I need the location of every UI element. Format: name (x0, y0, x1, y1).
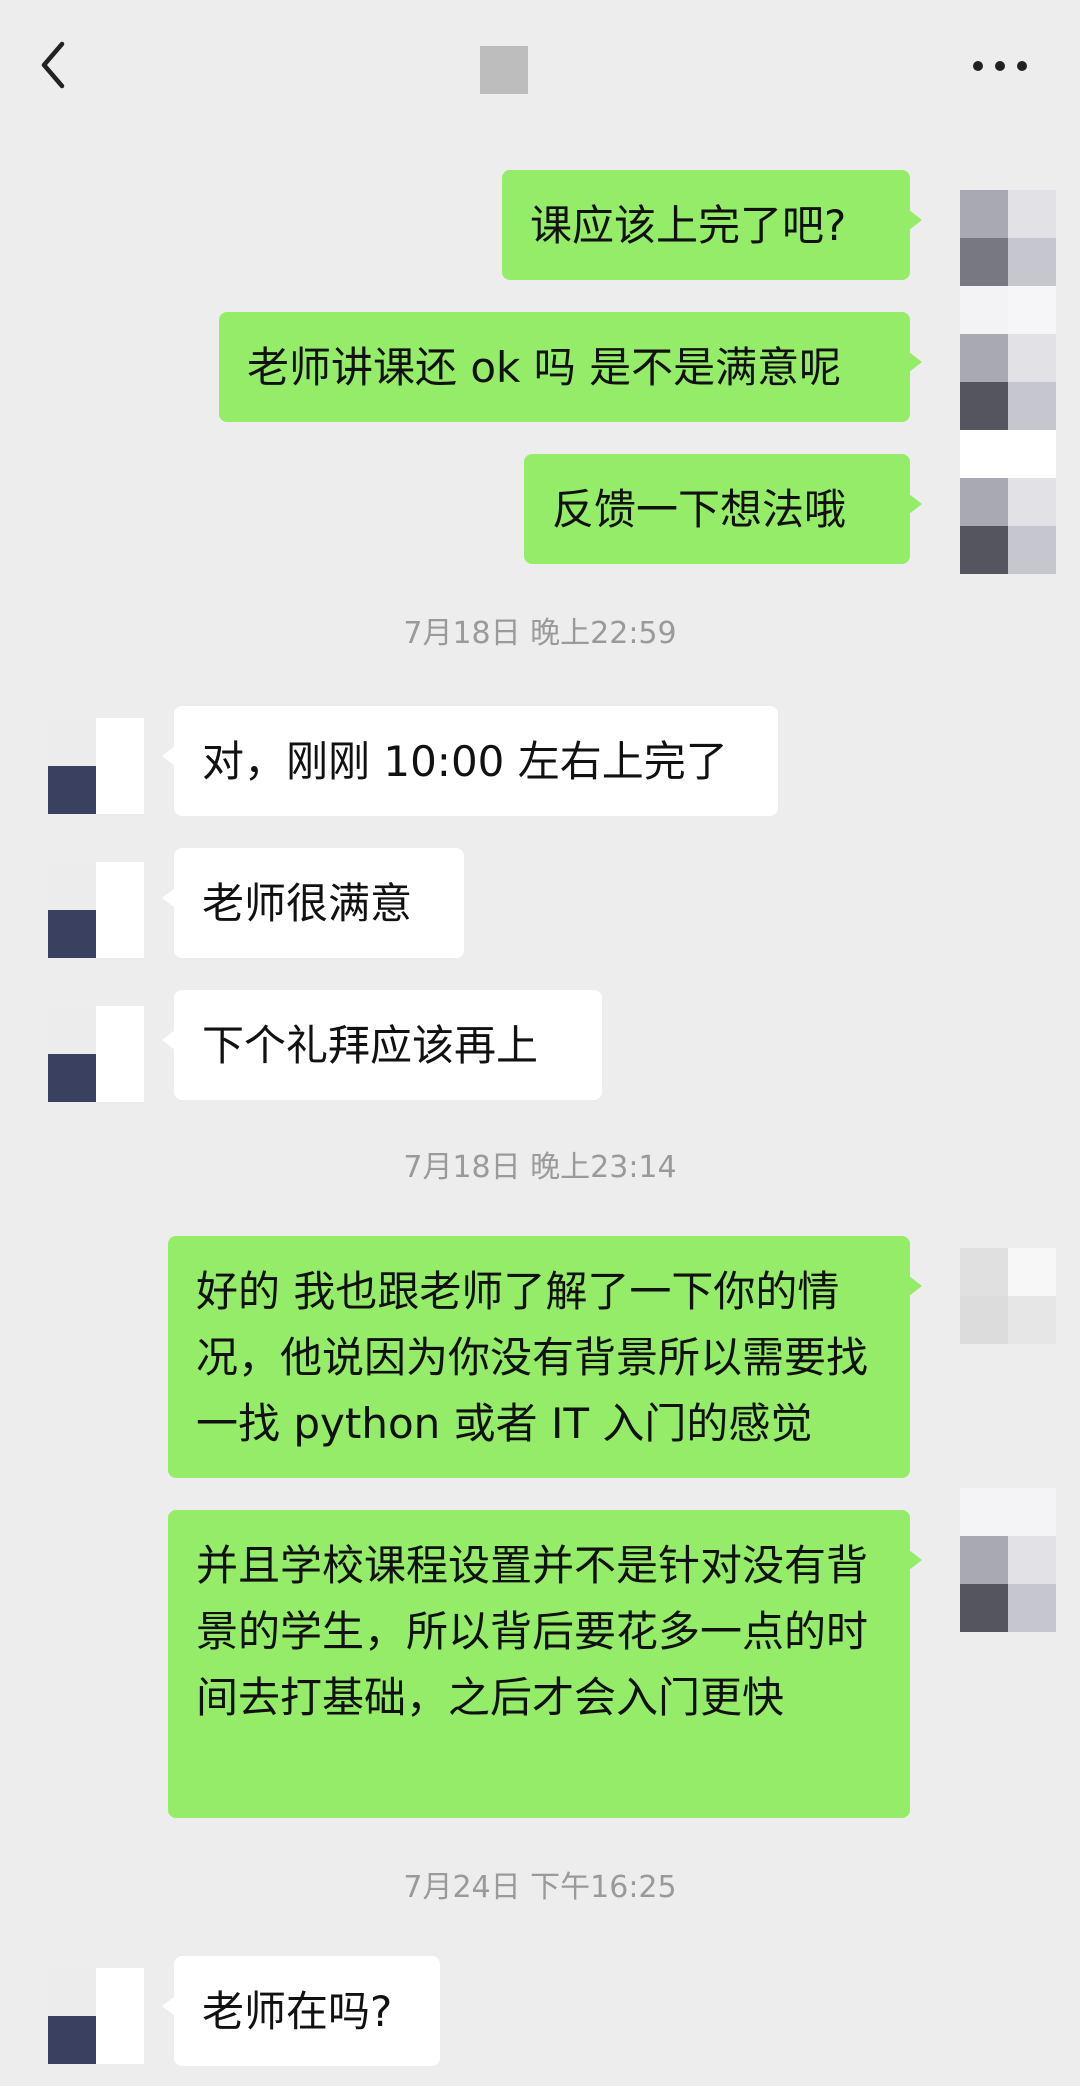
self-avatar-pixelated[interactable] (960, 190, 1056, 576)
message-bubble-outgoing[interactable]: 好的 我也跟老师了解了一下你的情况，他说因为你没有背景所以需要找一找 pytho… (168, 1236, 922, 1478)
more-button[interactable] (970, 46, 1030, 86)
message-bubble-outgoing[interactable]: 课应该上完了吧? (502, 170, 922, 280)
self-avatar-pixelated[interactable] (960, 1488, 1056, 1632)
message-bubble-outgoing[interactable]: 并且学校课程设置并不是针对没有背景的学生，所以背后要花多一点的时间去打基础，之后… (168, 1510, 922, 1818)
message-bubble-incoming[interactable]: 老师很满意 (162, 848, 464, 958)
message-bubble-incoming[interactable]: 老师在吗? (162, 1956, 440, 2066)
chat-title-pixelated (480, 46, 528, 94)
self-avatar-pixelated[interactable] (960, 1248, 1056, 1344)
chevron-left-icon (41, 41, 65, 89)
message-bubble-incoming[interactable]: 下个礼拜应该再上 (162, 990, 602, 1100)
contact-avatar-pixelated[interactable] (48, 1968, 144, 2064)
contact-avatar-pixelated[interactable] (48, 718, 144, 814)
message-timestamp: 7月18日 晚上23:14 (403, 1150, 677, 1185)
top-bar (0, 0, 1080, 136)
message-bubble-outgoing[interactable]: 反馈一下想法哦 (524, 454, 922, 564)
message-timestamp: 7月24日 下午16:25 (403, 1870, 677, 1905)
contact-avatar-pixelated[interactable] (48, 862, 144, 958)
message-bubble-outgoing[interactable]: 老师讲课还 ok 吗 是不是满意呢 (219, 312, 922, 422)
more-horizontal-icon (973, 61, 1027, 71)
contact-avatar-pixelated[interactable] (48, 1006, 144, 1102)
message-timestamp: 7月18日 晚上22:59 (403, 616, 677, 651)
message-bubble-incoming[interactable]: 对，刚刚 10:00 左右上完了 (162, 706, 778, 816)
back-button[interactable] (30, 30, 100, 100)
